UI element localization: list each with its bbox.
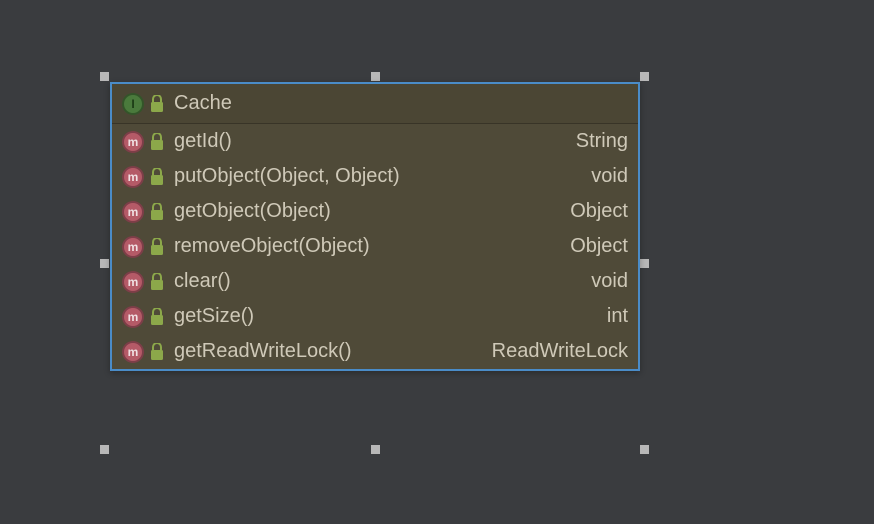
method-badge-letter: m <box>128 310 139 324</box>
selection-handle-se[interactable] <box>640 445 649 454</box>
method-name: removeObject(Object) <box>174 235 560 258</box>
method-badge-icon: m <box>122 236 144 258</box>
method-return-type: Object <box>570 235 628 258</box>
method-name: clear() <box>174 270 581 293</box>
class-header-row: I Cache <box>112 84 638 124</box>
method-name: getReadWriteLock() <box>174 340 482 363</box>
method-badge-icon: m <box>122 201 144 223</box>
method-return-type: void <box>591 165 628 188</box>
method-badge-icon: m <box>122 306 144 328</box>
selection-handle-n[interactable] <box>371 72 380 81</box>
selection-handle-nw[interactable] <box>100 72 109 81</box>
method-row[interactable]: m getObject(Object) Object <box>112 194 638 229</box>
methods-list: m getId() String m putObject(Object, Object)… <box>112 124 638 369</box>
method-row[interactable]: m getId() String <box>112 124 638 159</box>
interface-letter: I <box>131 97 134 111</box>
selection-handle-s[interactable] <box>371 445 380 454</box>
selection-handle-sw[interactable] <box>100 445 109 454</box>
method-row[interactable]: m getReadWriteLock() ReadWriteLock <box>112 334 638 369</box>
method-return-type: Object <box>570 200 628 223</box>
method-name: getObject(Object) <box>174 200 560 223</box>
lock-icon <box>150 238 164 256</box>
class-diagram-box[interactable]: I Cache m getId() String m putObject(Object,… <box>110 82 640 371</box>
method-badge-letter: m <box>128 240 139 254</box>
method-row[interactable]: m getSize() int <box>112 299 638 334</box>
method-row[interactable]: m removeObject(Object) Object <box>112 229 638 264</box>
method-badge-letter: m <box>128 345 139 359</box>
lock-icon <box>150 133 164 151</box>
method-name: putObject(Object, Object) <box>174 165 581 188</box>
lock-icon <box>150 308 164 326</box>
method-badge-letter: m <box>128 170 139 184</box>
selection-handle-e[interactable] <box>640 259 649 268</box>
lock-icon <box>150 95 164 113</box>
method-return-type: String <box>576 130 628 153</box>
method-row[interactable]: m putObject(Object, Object) void <box>112 159 638 194</box>
method-badge-icon: m <box>122 166 144 188</box>
method-badge-icon: m <box>122 271 144 293</box>
method-return-type: ReadWriteLock <box>492 340 628 363</box>
selection-handle-ne[interactable] <box>640 72 649 81</box>
method-return-type: void <box>591 270 628 293</box>
lock-icon <box>150 273 164 291</box>
method-badge-letter: m <box>128 205 139 219</box>
method-badge-icon: m <box>122 131 144 153</box>
method-badge-letter: m <box>128 275 139 289</box>
method-return-type: int <box>607 305 628 328</box>
method-badge-icon: m <box>122 341 144 363</box>
method-row[interactable]: m clear() void <box>112 264 638 299</box>
method-name: getSize() <box>174 305 597 328</box>
selection-handle-w[interactable] <box>100 259 109 268</box>
method-badge-letter: m <box>128 135 139 149</box>
lock-icon <box>150 343 164 361</box>
lock-icon <box>150 168 164 186</box>
class-name: Cache <box>174 92 628 115</box>
method-name: getId() <box>174 130 566 153</box>
lock-icon <box>150 203 164 221</box>
interface-badge-icon: I <box>122 93 144 115</box>
